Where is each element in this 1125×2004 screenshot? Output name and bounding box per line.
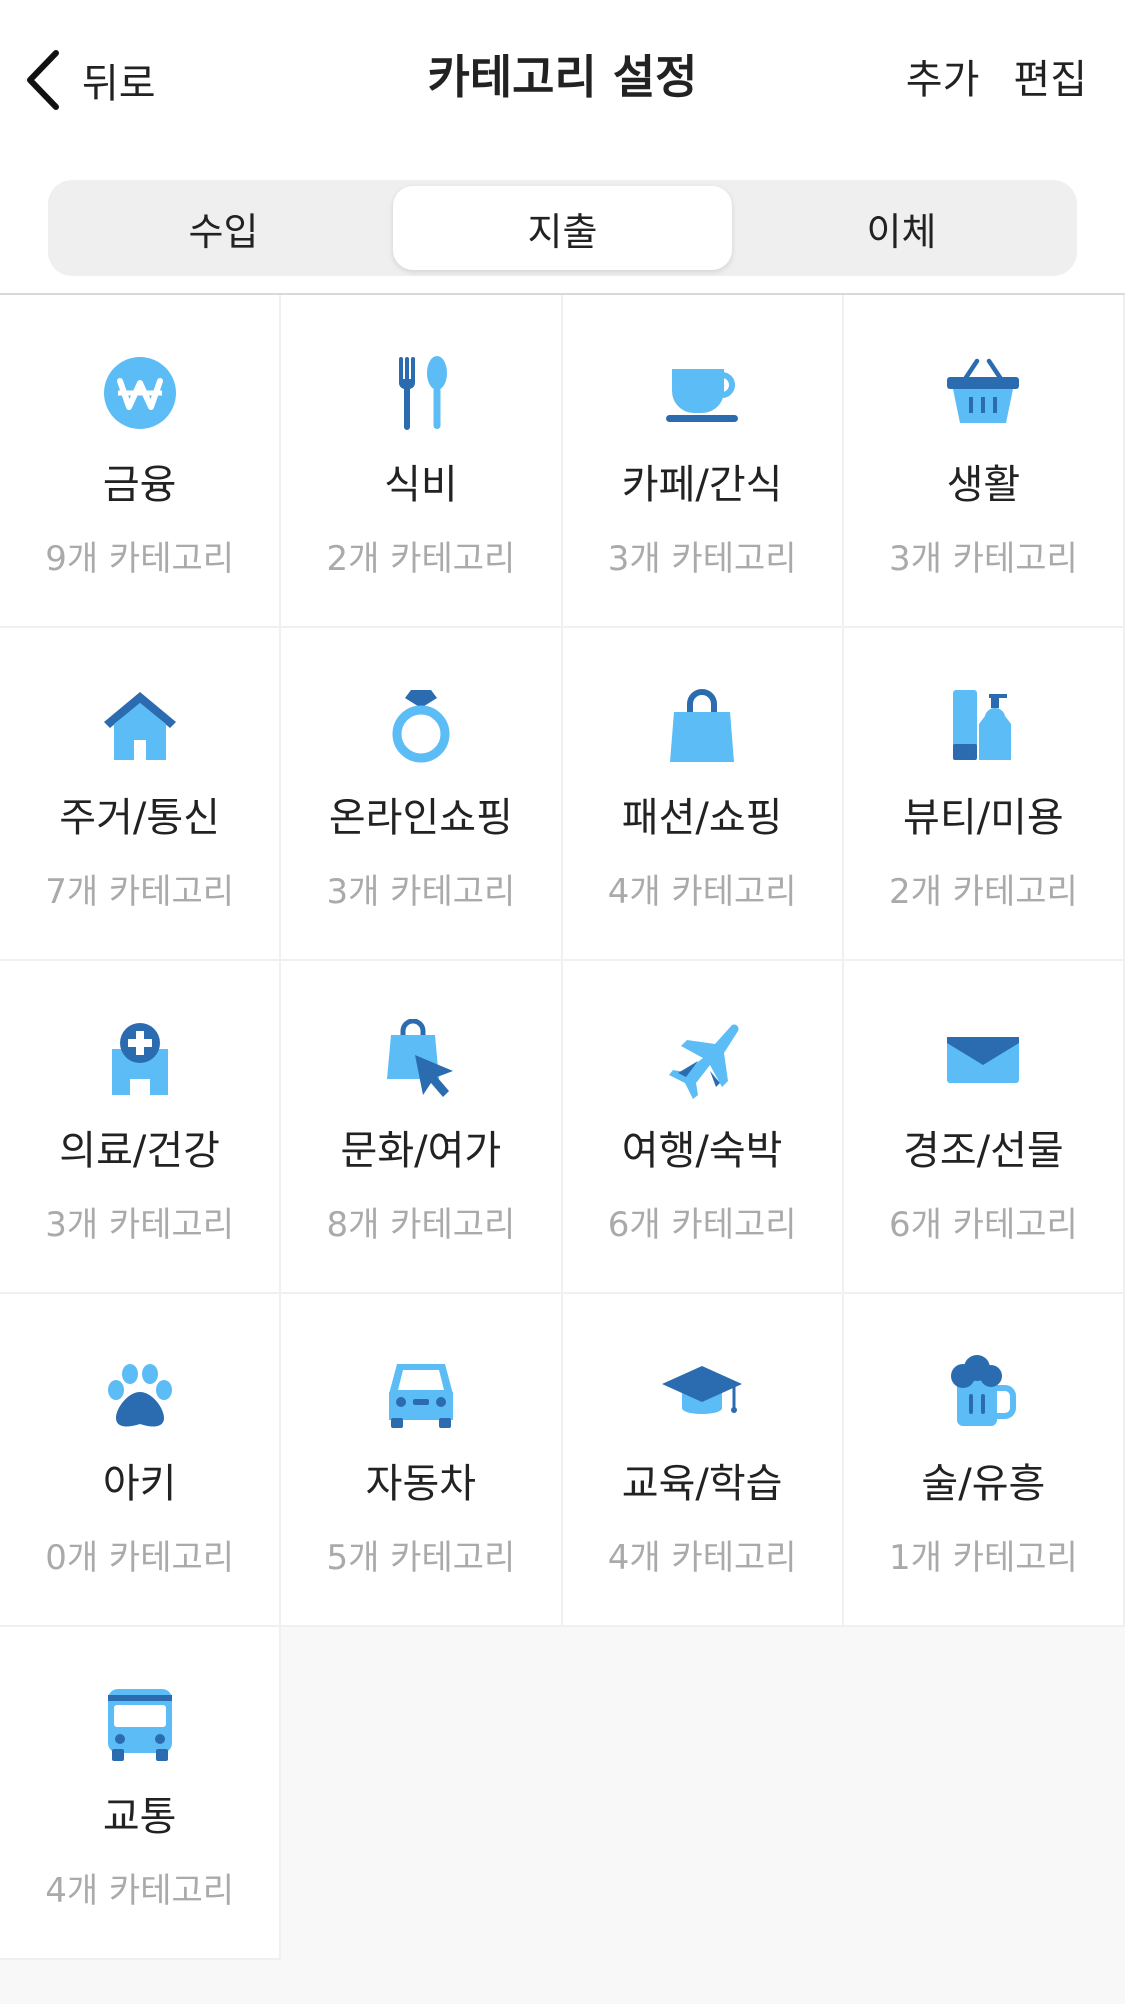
category-item[interactable]: 교통 4개 카테고리 xyxy=(0,1627,282,1960)
category-count: 7개 카테고리 xyxy=(45,872,235,912)
category-item[interactable]: 술/유흥 1개 카테고리 xyxy=(843,1294,1125,1627)
category-item[interactable]: 뷰티/미용 2개 카테고리 xyxy=(843,628,1125,961)
category-item[interactable]: 문화/여가 8개 카테고리 xyxy=(281,961,563,1294)
house-icon xyxy=(100,686,180,766)
category-count: 8개 카테고리 xyxy=(326,1205,516,1245)
category-count: 4개 카테고리 xyxy=(45,1871,235,1911)
category-count: 4개 카테고리 xyxy=(607,1538,797,1578)
category-name: 생활 xyxy=(946,462,1021,508)
category-count: 3개 카테고리 xyxy=(45,1205,235,1245)
category-count: 2개 카테고리 xyxy=(326,539,516,579)
add-button[interactable]: 추가 xyxy=(906,50,980,110)
category-count: 1개 카테고리 xyxy=(888,1538,1078,1578)
category-item[interactable]: 아키 0개 카테고리 xyxy=(0,1294,282,1627)
category-count: 3개 카테고리 xyxy=(326,872,516,912)
tab-income[interactable]: 수입 xyxy=(54,186,393,270)
cosmetics-icon xyxy=(943,686,1023,766)
category-item[interactable]: 온라인쇼핑 3개 카테고리 xyxy=(281,628,563,961)
category-name: 아키 xyxy=(102,1461,177,1507)
category-name: 주거/통신 xyxy=(59,795,220,841)
category-name: 교육/학습 xyxy=(621,1461,783,1507)
category-name: 교통 xyxy=(102,1794,177,1840)
edit-button[interactable]: 편집 xyxy=(1013,50,1087,110)
category-name: 경조/선물 xyxy=(903,1128,1064,1174)
category-name: 패션/쇼핑 xyxy=(621,795,783,841)
hospital-icon xyxy=(100,1019,180,1099)
category-name: 문화/여가 xyxy=(340,1128,502,1174)
ring-icon xyxy=(381,686,461,766)
category-item[interactable]: 경조/선물 6개 카테고리 xyxy=(843,961,1125,1294)
category-count: 0개 카테고리 xyxy=(45,1538,235,1578)
category-name: 의료/건강 xyxy=(59,1128,220,1174)
category-name: 여행/숙박 xyxy=(621,1128,783,1174)
category-item[interactable]: 패션/쇼핑 4개 카테고리 xyxy=(562,628,844,961)
navigation-bar: 뒤로 카테고리 설정 추가 편집 xyxy=(0,0,1125,155)
car-icon xyxy=(381,1352,461,1432)
category-name: 식비 xyxy=(384,462,458,508)
category-item[interactable]: 의료/건강 3개 카테고리 xyxy=(0,961,282,1294)
tab-expense[interactable]: 지출 xyxy=(393,186,732,270)
category-name: 온라인쇼핑 xyxy=(328,795,513,841)
category-count: 4개 카테고리 xyxy=(607,872,797,912)
bag-cursor-icon xyxy=(381,1019,461,1099)
category-count: 9개 카테고리 xyxy=(45,539,235,579)
category-count: 6개 카테고리 xyxy=(607,1205,797,1245)
shopping-bag-icon xyxy=(662,686,742,766)
coffee-cup-icon xyxy=(662,353,742,433)
fork-spoon-icon xyxy=(381,353,461,433)
header-actions: 추가 편집 xyxy=(906,50,1087,110)
tab-transfer[interactable]: 이체 xyxy=(732,186,1071,270)
category-count: 3개 카테고리 xyxy=(888,539,1078,579)
top-bar: 뒤로 카테고리 설정 추가 편집 수입 지출 이체 xyxy=(0,0,1125,295)
category-item[interactable]: 금융 9개 카테고리 xyxy=(0,295,282,628)
category-count: 5개 카테고리 xyxy=(326,1538,516,1578)
category-item[interactable]: 카페/간식 3개 카테고리 xyxy=(562,295,844,628)
paw-icon xyxy=(100,1352,180,1432)
basket-icon xyxy=(943,353,1023,433)
category-count: 6개 카테고리 xyxy=(888,1205,1078,1245)
category-name: 뷰티/미용 xyxy=(903,795,1064,841)
beer-mug-icon xyxy=(943,1352,1023,1432)
envelope-icon xyxy=(943,1019,1023,1099)
won-coin-icon xyxy=(100,353,180,433)
category-grid: 금융 9개 카테고리 식비 2개 카테고리 카페/간식 3개 카테고리 생활 3개 카테고리 주… xyxy=(0,295,1125,1960)
category-count: 2개 카테고리 xyxy=(888,872,1078,912)
category-item[interactable]: 생활 3개 카테고리 xyxy=(843,295,1125,628)
category-item[interactable]: 자동차 5개 카테고리 xyxy=(281,1294,563,1627)
category-item[interactable]: 여행/숙박 6개 카테고리 xyxy=(562,961,844,1294)
bus-icon xyxy=(100,1685,180,1765)
category-item[interactable]: 식비 2개 카테고리 xyxy=(281,295,563,628)
category-name: 자동차 xyxy=(365,1461,477,1507)
airplane-icon xyxy=(662,1019,742,1099)
category-item[interactable]: 교육/학습 4개 카테고리 xyxy=(562,1294,844,1627)
category-name: 술/유흥 xyxy=(921,1461,1046,1507)
category-count: 3개 카테고리 xyxy=(607,539,797,579)
graduation-cap-icon xyxy=(662,1352,743,1432)
category-name: 카페/간식 xyxy=(621,462,783,508)
category-name: 금융 xyxy=(102,462,177,508)
category-item[interactable]: 주거/통신 7개 카테고리 xyxy=(0,628,282,961)
segmented-control: 수입 지출 이체 xyxy=(48,180,1077,276)
